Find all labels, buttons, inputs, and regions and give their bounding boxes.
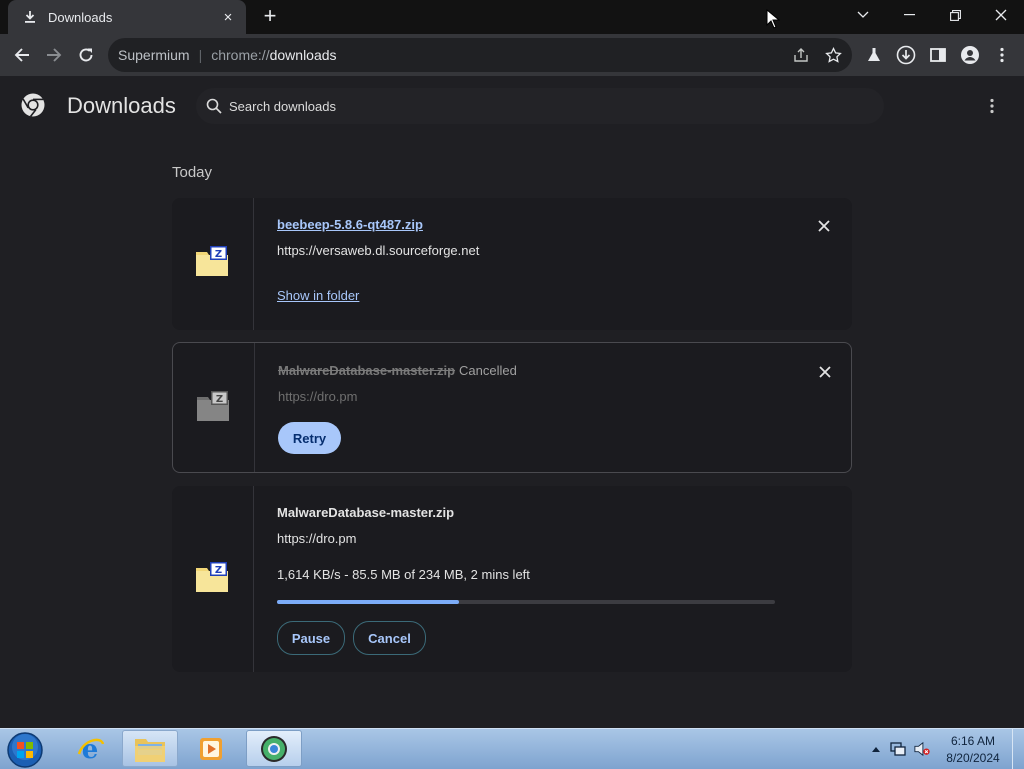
internet-explorer-icon[interactable]: e <box>62 730 118 767</box>
new-tab-button[interactable]: + <box>258 5 282 28</box>
media-player-icon[interactable] <box>183 730 239 767</box>
volume-muted-icon[interactable] <box>914 741 930 757</box>
url-path: downloads <box>269 47 337 63</box>
show-hidden-icons[interactable] <box>868 741 884 757</box>
page-title: Downloads <box>67 93 176 118</box>
restore-icon <box>949 9 961 21</box>
omnibox-divider: | <box>198 47 203 63</box>
close-icon <box>995 9 1007 21</box>
pause-button[interactable]: Pause <box>277 621 345 655</box>
zip-file-icon: Z <box>197 391 229 421</box>
restore-button[interactable] <box>932 0 978 30</box>
network-icon[interactable] <box>890 741 906 757</box>
download-source-url: https://dro.pm <box>278 389 358 404</box>
site-name: Supermium <box>118 47 190 63</box>
show-in-folder-link[interactable]: Show in folder <box>277 288 359 303</box>
download-icon[interactable] <box>896 45 916 65</box>
clock-time[interactable]: 6:16 AM <box>940 734 1006 748</box>
svg-text:Z: Z <box>216 394 223 405</box>
side-panel-icon[interactable] <box>928 45 948 65</box>
labs-flask-icon[interactable] <box>864 45 884 65</box>
back-button[interactable] <box>9 42 35 68</box>
remove-download-button[interactable] <box>816 218 832 234</box>
show-desktop-button[interactable] <box>1012 729 1024 769</box>
download-progress-fill <box>277 600 459 604</box>
title-bar: Downloads × + <box>0 0 1024 34</box>
download-filename: MalwareDatabase-master.zip <box>277 505 455 520</box>
more-vert-icon <box>990 98 994 114</box>
download-progress-text: 1,614 KB/s - 85.5 MB of 234 MB, 2 mins l… <box>277 567 530 582</box>
download-status: Cancelled <box>459 363 517 378</box>
page-more-menu[interactable] <box>982 96 1002 116</box>
chevron-down-icon <box>857 11 869 18</box>
date-section-label: Today <box>172 164 213 181</box>
file-explorer-icon[interactable] <box>122 730 178 767</box>
retry-button[interactable]: Retry <box>278 422 341 454</box>
url-scheme: chrome:// <box>211 47 270 63</box>
bookmark-star-icon[interactable] <box>824 46 842 64</box>
tab-search-button[interactable] <box>840 0 886 30</box>
clock-date[interactable]: 8/20/2024 <box>940 751 1006 765</box>
remove-download-button[interactable] <box>817 364 833 380</box>
zip-file-icon: Z <box>196 562 228 592</box>
windows-taskbar: e 6:16 AM 8/20/2024 <box>0 728 1024 769</box>
tab-close-button[interactable]: × <box>220 9 236 26</box>
address-bar[interactable]: Supermium | chrome://downloads <box>108 38 852 72</box>
tab-title: Downloads <box>48 9 113 25</box>
start-button[interactable] <box>6 731 44 769</box>
chrome-logo-icon <box>21 93 45 117</box>
tab-downloads[interactable]: Downloads × <box>8 0 246 34</box>
download-item: Z MalwareDatabase-master.zip https://dro… <box>172 486 852 672</box>
reload-button[interactable] <box>73 42 99 68</box>
arrow-right-icon <box>47 48 62 62</box>
reload-icon <box>79 48 93 62</box>
profile-icon[interactable] <box>960 45 980 65</box>
search-placeholder: Search downloads <box>229 98 336 114</box>
arrow-left-icon <box>14 48 29 62</box>
minimize-icon <box>903 14 915 16</box>
close-window-button[interactable] <box>978 0 1024 30</box>
search-icon <box>206 98 222 114</box>
mouse-cursor-icon <box>766 9 780 29</box>
download-filename-link[interactable]: beebeep-5.8.6-qt487.zip <box>277 217 423 232</box>
download-icon <box>22 9 38 25</box>
share-icon[interactable] <box>792 46 810 64</box>
close-icon <box>818 220 830 232</box>
svg-text:Z: Z <box>215 565 222 576</box>
svg-text:Z: Z <box>215 249 222 260</box>
minimize-button[interactable] <box>886 0 932 30</box>
more-vert-icon[interactable] <box>992 45 1012 65</box>
search-input[interactable]: Search downloads <box>196 88 884 124</box>
downloads-header: Downloads Search downloads <box>0 76 1024 136</box>
download-source-url: https://versaweb.dl.sourceforge.net <box>277 243 480 258</box>
close-icon <box>819 366 831 378</box>
supermium-browser-icon[interactable] <box>246 730 302 767</box>
download-item: Z beebeep-5.8.6-qt487.zip https://versaw… <box>172 198 852 330</box>
download-item: Z MalwareDatabase-master.zip Cancelled h… <box>172 342 852 473</box>
browser-toolbar: Supermium | chrome://downloads <box>0 34 1024 76</box>
download-source-url: https://dro.pm <box>277 531 357 546</box>
forward-button[interactable] <box>41 42 67 68</box>
cancel-button[interactable]: Cancel <box>353 621 426 655</box>
zip-file-icon: Z <box>196 246 228 276</box>
download-progress-bar <box>277 600 775 604</box>
download-filename: MalwareDatabase-master.zip <box>278 363 456 378</box>
